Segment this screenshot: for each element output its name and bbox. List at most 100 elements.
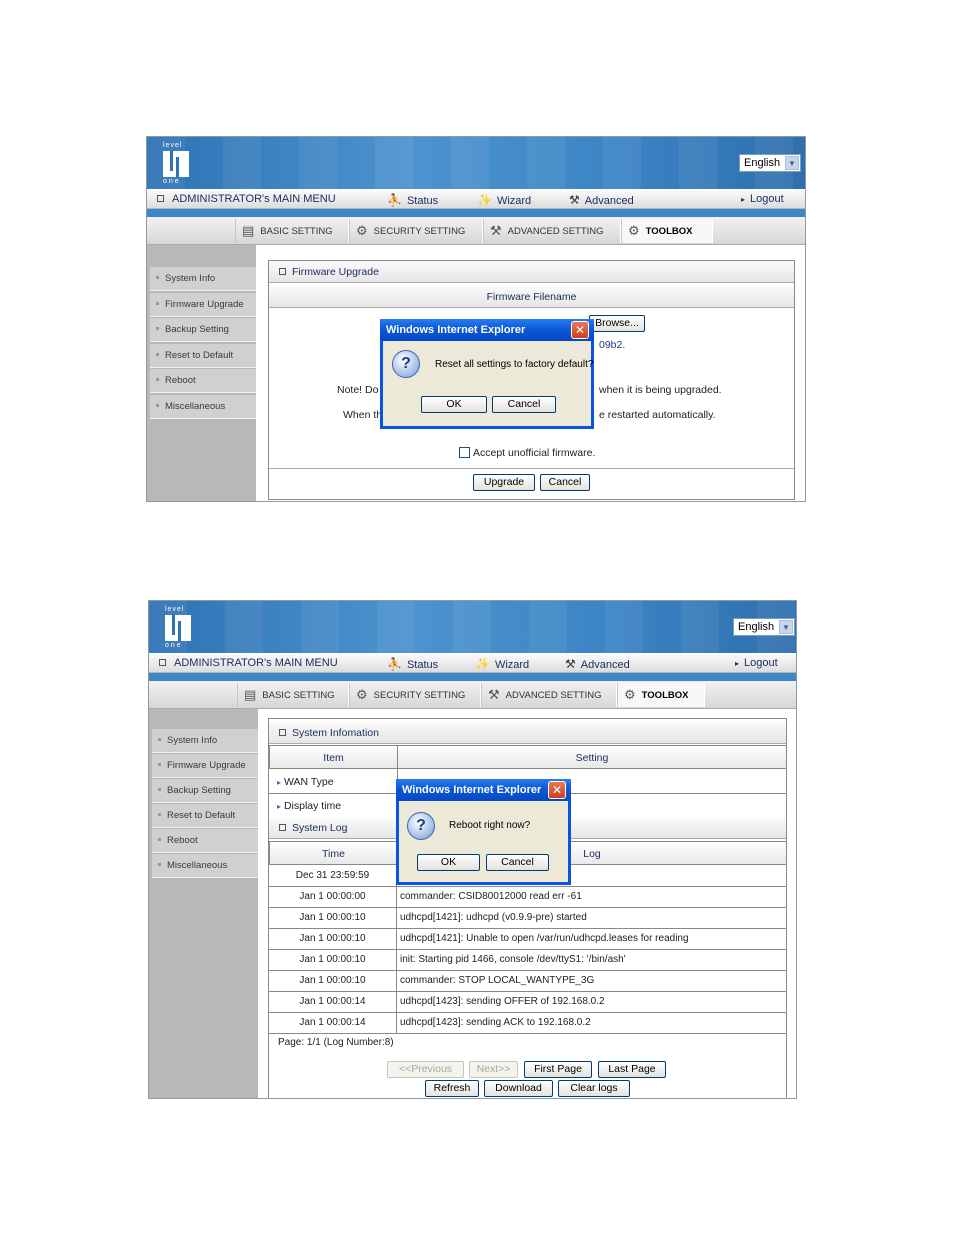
tab-advanced-setting[interactable]: ⚒ ADVANCED SETTING (481, 683, 617, 707)
first-page-button[interactable]: First Page (524, 1061, 592, 1078)
restart-text-left: When th (343, 409, 383, 421)
row-wan-type: ▸ WAN Type (277, 776, 334, 788)
dialog-ok-button[interactable]: OK (417, 854, 480, 871)
row-display-time: ▸ Display time (277, 800, 342, 812)
table-row: Jan 1 00:00:10 udhcpd[1421]: Unable to op… (268, 928, 787, 950)
column-header-setting: Setting (397, 745, 787, 769)
sidebar-item-system-info[interactable]: System Info (150, 267, 256, 291)
status-icon: ⛹ (387, 193, 402, 207)
tab-toolbox[interactable]: ⚙ TOOLBOX (617, 683, 705, 707)
close-icon[interactable]: ✕ (548, 781, 566, 799)
question-icon: ? (392, 350, 420, 378)
firmware-filename-header: Firmware Filename (269, 286, 794, 308)
toolbox-icon: ⚙ (628, 223, 640, 238)
table-row: Jan 1 00:00:00 commander: CSID80012000 re… (268, 886, 787, 908)
status-icon: ⛹ (387, 657, 402, 671)
folder-icon: ▤ (242, 223, 255, 238)
cancel-button[interactable]: Cancel (540, 474, 590, 491)
sidebar-item-miscellaneous[interactable]: Miscellaneous (152, 854, 258, 878)
lock-icon: ⚙ (356, 687, 368, 702)
refresh-button[interactable]: Refresh (425, 1080, 479, 1097)
note-text-left: Note! Do (337, 384, 379, 396)
sidebar: System Info Firmware Upgrade Backup Sett… (147, 245, 256, 501)
main-menu-bar: ADMINISTRATOR's MAIN MENU ⛹ Status ✨ Wizar… (147, 189, 805, 209)
nav-logout[interactable]: ▸ Logout (741, 193, 784, 205)
tab-advanced-setting[interactable]: ⚒ ADVANCED SETTING (483, 219, 621, 243)
last-page-button[interactable]: Last Page (598, 1061, 666, 1078)
table-row: Jan 1 00:00:14 udhcpd[1423]: sending OFFE… (268, 991, 787, 1013)
sidebar-item-reset-to-default[interactable]: Reset to Default (150, 344, 256, 368)
language-select[interactable]: English ▼ (733, 618, 795, 636)
tab-basic-setting[interactable]: ▤ BASIC SETTING (237, 683, 349, 707)
arrow-right-icon: ▸ (735, 659, 740, 668)
panel-title: Firmware Upgrade (269, 261, 794, 283)
sidebar-item-firmware-upgrade[interactable]: Firmware Upgrade (150, 293, 256, 317)
tab-security-setting[interactable]: ⚙ SECURITY SETTING (349, 219, 483, 243)
sidebar-item-reboot[interactable]: Reboot (150, 369, 256, 393)
nav-advanced[interactable]: ⚒ Advanced (565, 657, 630, 671)
column-header-item: Item (269, 745, 398, 769)
tools-icon: ⚒ (488, 687, 500, 702)
table-row: Jan 1 00:00:10 init: Starting pid 1466, c… (268, 949, 787, 971)
chevron-down-icon: ▼ (779, 620, 793, 634)
previous-button[interactable]: <<Previous (387, 1061, 464, 1078)
tab-basic-setting[interactable]: ▤ BASIC SETTING (235, 219, 349, 243)
folder-icon: ▤ (244, 687, 257, 702)
table-row: Jan 1 00:00:10 commander: STOP LOCAL_WANT… (268, 970, 787, 992)
screenshot-reset-to-default: level one English ▼ ADMINISTRATOR's MAIN… (146, 136, 806, 502)
sidebar-item-system-info[interactable]: System Info (152, 729, 258, 753)
screenshot-reboot: level one English ▼ ADMINISTRATOR's MAIN… (148, 600, 797, 1099)
system-log-table: Dec 31 23:59:59(2010-03-02 13:29:37 CST)… (268, 865, 787, 1034)
dialog-title: Windows Internet Explorer (380, 319, 594, 341)
page-info: Page: 1/1 (Log Number:8) (278, 1037, 394, 1048)
wizard-icon: ✨ (475, 657, 490, 671)
firmware-version-text: 09b2. (599, 339, 626, 351)
nav-status[interactable]: ⛹ Status (387, 193, 438, 207)
close-icon[interactable]: ✕ (571, 321, 589, 339)
browse-button[interactable]: Browse... (589, 315, 645, 332)
advanced-icon: ⚒ (569, 193, 580, 207)
nav-status[interactable]: ⛹ Status (387, 657, 438, 671)
header-banner: level one English ▼ (147, 137, 805, 189)
dialog-cancel-button[interactable]: Cancel (492, 396, 556, 413)
lock-icon: ⚙ (356, 223, 368, 238)
nav-wizard[interactable]: ✨ Wizard (477, 193, 531, 207)
toolbox-icon: ⚙ (624, 687, 636, 702)
nav-wizard[interactable]: ✨ Wizard (475, 657, 529, 671)
dialog-ok-button[interactable]: OK (421, 396, 487, 413)
sidebar-item-backup-setting[interactable]: Backup Setting (152, 779, 258, 803)
sidebar-item-reboot[interactable]: Reboot (152, 829, 258, 853)
clear-logs-button[interactable]: Clear logs (558, 1080, 630, 1097)
sidebar: System Info Firmware Upgrade Backup Sett… (149, 709, 258, 1098)
tab-toolbox[interactable]: ⚙ TOOLBOX (621, 219, 713, 243)
restart-text-right: e restarted automatically. (599, 409, 716, 421)
header-banner: level one English ▼ (149, 601, 796, 653)
upgrade-button[interactable]: Upgrade (473, 474, 535, 491)
chevron-down-icon: ▼ (785, 156, 799, 170)
main-menu-bar: ADMINISTRATOR's MAIN MENU ⛹ Status ✨ Wizar… (149, 653, 796, 673)
sidebar-item-backup-setting[interactable]: Backup Setting (150, 318, 256, 342)
levelone-logo: level one (161, 142, 193, 185)
main-menu-title: ADMINISTRATOR's MAIN MENU (157, 193, 336, 205)
table-row: Jan 1 00:00:14 udhcpd[1423]: sending ACK … (268, 1012, 787, 1034)
accept-unofficial-label: Accept unofficial firmware. (473, 447, 596, 459)
question-icon: ? (407, 812, 435, 840)
column-header-time: Time (269, 841, 398, 865)
settings-tabs: ▤ BASIC SETTING ⚙ SECURITY SETTING ⚒ ADVANC… (147, 217, 805, 245)
sidebar-item-reset-to-default[interactable]: Reset to Default (152, 804, 258, 828)
download-button[interactable]: Download (484, 1080, 553, 1097)
dialog-cancel-button[interactable]: Cancel (486, 854, 549, 871)
tab-security-setting[interactable]: ⚙ SECURITY SETTING (349, 683, 481, 707)
dialog-message: Reset all settings to factory default? (435, 359, 594, 370)
panel-title: System Infomation (269, 722, 786, 744)
sidebar-item-miscellaneous[interactable]: Miscellaneous (150, 395, 256, 419)
nav-logout[interactable]: ▸ Logout (735, 657, 778, 669)
next-button[interactable]: Next>> (469, 1061, 518, 1078)
arrow-right-icon: ▸ (741, 195, 746, 204)
nav-advanced[interactable]: ⚒ Advanced (569, 193, 634, 207)
sidebar-item-firmware-upgrade[interactable]: Firmware Upgrade (152, 754, 258, 778)
table-row: Jan 1 00:00:10 udhcpd[1421]: udhcpd (v0.9… (268, 907, 787, 929)
confirm-dialog: Windows Internet Explorer ✕ ? Reboot rig… (396, 779, 571, 885)
language-select[interactable]: English ▼ (739, 154, 801, 172)
accept-unofficial-checkbox[interactable] (459, 447, 470, 458)
